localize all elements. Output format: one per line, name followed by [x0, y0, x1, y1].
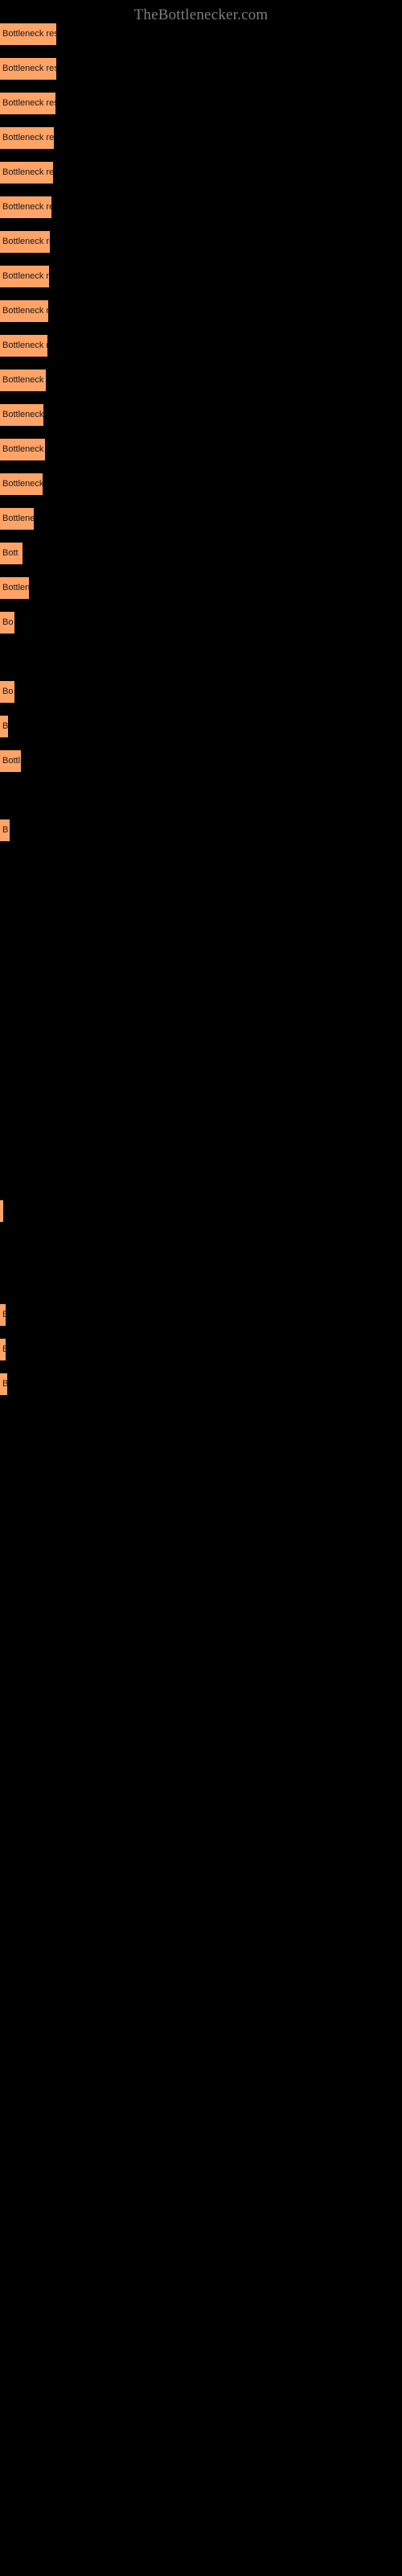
chart-bar: Bott — [0, 543, 23, 564]
chart-bar: Bottleneck resu — [0, 335, 47, 357]
chart-bar: Bottleneck resul — [0, 127, 54, 149]
chart-bar: B — [0, 716, 8, 737]
chart-bar: B — [0, 1304, 6, 1326]
chart-bar: Bottl — [0, 750, 21, 772]
chart-bar: Bottleneck re — [0, 473, 43, 495]
chart-bar: Bottleneck result — [0, 23, 56, 45]
chart-bar: Bottleneck re — [0, 404, 43, 426]
chart-bar — [0, 1200, 3, 1222]
chart-bar: Bo — [0, 612, 14, 634]
chart-bar: Bottleneck res — [0, 369, 46, 391]
chart-bar: Bottleneck result — [0, 93, 55, 114]
chart-bar: Bottleneck resu — [0, 196, 51, 218]
chart-bar: Bottleneck resu — [0, 300, 48, 322]
chart-bar: Bottleneck res — [0, 439, 45, 460]
bottleneck-bar-chart: Bottleneck result Bottleneck result Bottle… — [0, 0, 402, 2576]
chart-bar: B — [0, 1339, 6, 1360]
chart-bar: Bottleneck resul — [0, 162, 53, 184]
chart-bar: Bottleneck resu — [0, 231, 50, 253]
chart-bar: Bottleneck resu — [0, 266, 49, 287]
chart-bar: Bottlene — [0, 577, 29, 599]
chart-bar: Bottleneck — [0, 508, 34, 530]
chart-bar: Bottleneck result — [0, 58, 56, 80]
chart-bar: Bo — [0, 681, 14, 703]
chart-bar: B — [0, 819, 10, 841]
chart-bar: B — [0, 1373, 7, 1395]
